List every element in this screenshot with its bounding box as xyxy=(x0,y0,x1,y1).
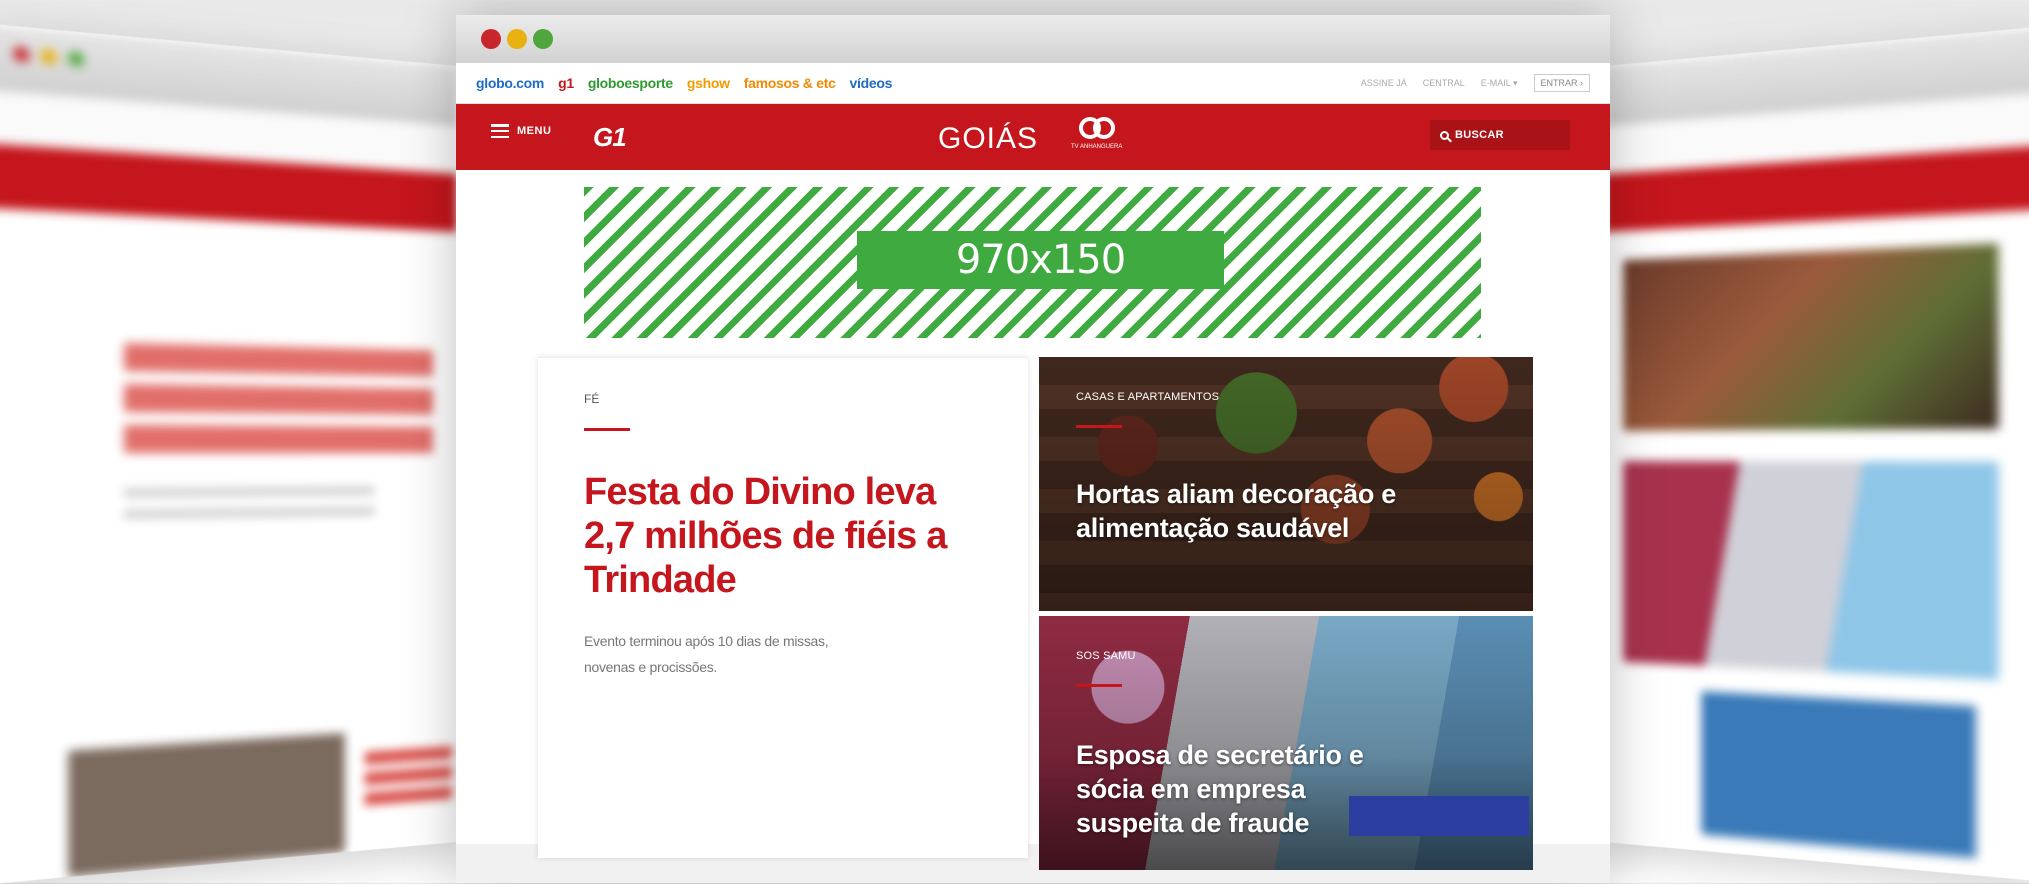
ad-banner[interactable]: 970x150 xyxy=(584,187,1481,338)
nav-link-famosos[interactable]: famosos & etc xyxy=(744,75,836,91)
card-title[interactable]: Esposa de secretário e sócia em empresa … xyxy=(1076,738,1416,840)
maximize-window-button[interactable] xyxy=(533,29,553,49)
ad-size-label: 970x150 xyxy=(857,231,1224,289)
window-titlebar xyxy=(456,15,1610,63)
tv-anhanguera-icon xyxy=(1078,117,1115,143)
nav-link-g1[interactable]: g1 xyxy=(558,75,574,91)
menu-label: MENU xyxy=(517,125,552,137)
nav-link-globoesporte[interactable]: globoesporte xyxy=(588,75,673,91)
right-background-window xyxy=(1604,26,2029,882)
news-card-samu[interactable]: SOS SAMU Esposa de secretário e sócia em… xyxy=(1039,616,1533,870)
region-title: GOIÁS xyxy=(938,122,1039,155)
nav-link-globo[interactable]: globo.com xyxy=(476,75,544,91)
page-content: 970x150 FÉ Festa do Divino leva 2,7 milh… xyxy=(456,170,1610,870)
tv-anhanguera-logo: TV ANHANGUERA xyxy=(1071,117,1122,150)
category-divider xyxy=(1076,425,1122,428)
affiliate-name: TV ANHANGUERA xyxy=(1071,144,1123,150)
nav-link-videos[interactable]: vídeos xyxy=(850,75,893,91)
login-button[interactable]: ENTRAR › xyxy=(1533,74,1590,92)
news-card-hortas[interactable]: CASAS E APARTAMENTOS Hortas aliam decora… xyxy=(1039,357,1533,611)
close-window-button[interactable] xyxy=(481,29,501,49)
feature-article[interactable]: FÉ Festa do Divino leva 2,7 milhões de f… xyxy=(538,357,1028,858)
card-category: SOS SAMU xyxy=(1076,650,1136,662)
subscribe-link[interactable]: ASSINE JÁ xyxy=(1361,78,1407,88)
left-background-window xyxy=(0,23,458,884)
feature-subtitle: Evento terminou após 10 dias de missas, … xyxy=(584,633,829,675)
card-title[interactable]: Hortas aliam decoração e alimentação sau… xyxy=(1076,477,1416,545)
g1-logo[interactable]: G1 xyxy=(593,122,627,153)
email-dropdown[interactable]: E-MAIL ▾ xyxy=(1481,78,1518,89)
central-link[interactable]: CENTRAL xyxy=(1423,78,1465,88)
hamburger-icon xyxy=(491,124,509,138)
globo-network-bar: globo.com g1 globoesporte gshow famosos … xyxy=(456,63,1610,104)
category-divider xyxy=(1076,684,1122,687)
search-icon xyxy=(1440,130,1449,140)
card-category: CASAS E APARTAMENTOS xyxy=(1076,391,1220,403)
menu-button[interactable]: MENU xyxy=(491,124,551,138)
feature-category: FÉ xyxy=(584,392,600,406)
browser-window: globo.com g1 globoesporte gshow famosos … xyxy=(456,15,1610,883)
search-label: BUSCAR xyxy=(1455,129,1504,141)
search-button[interactable]: BUSCAR xyxy=(1430,120,1570,150)
account-links: ASSINE JÁ CENTRAL E-MAIL ▾ ENTRAR › xyxy=(1361,74,1590,92)
site-header: MENU G1 GOIÁS TV ANHANGUERA BUSCAR xyxy=(456,104,1610,170)
feature-title[interactable]: Festa do Divino leva 2,7 milhões de fiéi… xyxy=(584,470,974,602)
minimize-window-button[interactable] xyxy=(507,29,527,49)
nav-link-gshow[interactable]: gshow xyxy=(687,75,730,91)
category-divider xyxy=(584,428,630,431)
